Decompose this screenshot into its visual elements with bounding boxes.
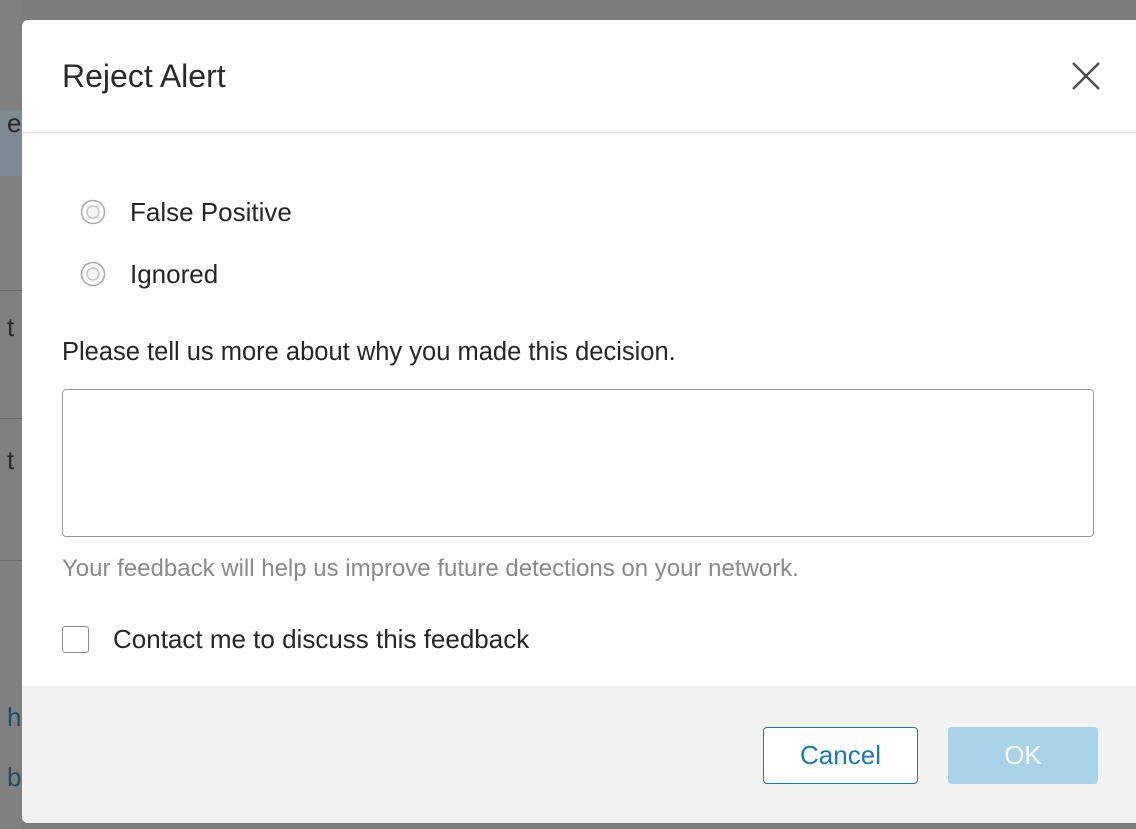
background-link-fragment: b	[7, 762, 22, 792]
dialog-body: False Positive Ignored Please tell us mo…	[22, 133, 1136, 686]
radio-unselected-icon	[80, 199, 106, 225]
background-link-fragment: h	[7, 702, 22, 732]
radio-unselected-icon	[80, 261, 106, 287]
background-text-fragment: t	[7, 445, 15, 475]
cancel-button[interactable]: Cancel	[763, 727, 918, 784]
radio-ignored[interactable]: Ignored	[80, 256, 218, 292]
radio-false-positive[interactable]: False Positive	[80, 194, 292, 230]
feedback-prompt: Please tell us more about why you made t…	[62, 338, 676, 366]
close-button[interactable]	[1068, 58, 1104, 94]
feedback-textarea[interactable]	[62, 389, 1094, 537]
dialog-title: Reject Alert	[62, 58, 226, 94]
background-divider	[0, 290, 22, 291]
feedback-helper-text: Your feedback will help us improve futur…	[62, 555, 799, 582]
dialog-header: Reject Alert	[22, 20, 1136, 133]
contact-me-checkbox[interactable]	[62, 625, 89, 653]
background-divider	[0, 418, 22, 419]
contact-me-label: Contact me to discuss this feedback	[113, 623, 530, 654]
close-icon	[1072, 62, 1100, 90]
dialog-footer: Cancel OK	[22, 686, 1136, 823]
reject-alert-dialog: Reject Alert False Positive Ignored Plea…	[22, 20, 1136, 823]
ok-button[interactable]: OK	[948, 727, 1098, 784]
background-divider	[0, 560, 22, 561]
radio-label-false-positive: False Positive	[130, 196, 292, 227]
background-text-fragment: t	[7, 312, 15, 342]
radio-label-ignored: Ignored	[130, 258, 219, 289]
background-text-fragment: e	[7, 108, 22, 138]
contact-me-checkbox-row[interactable]: Contact me to discuss this feedback	[62, 621, 529, 657]
